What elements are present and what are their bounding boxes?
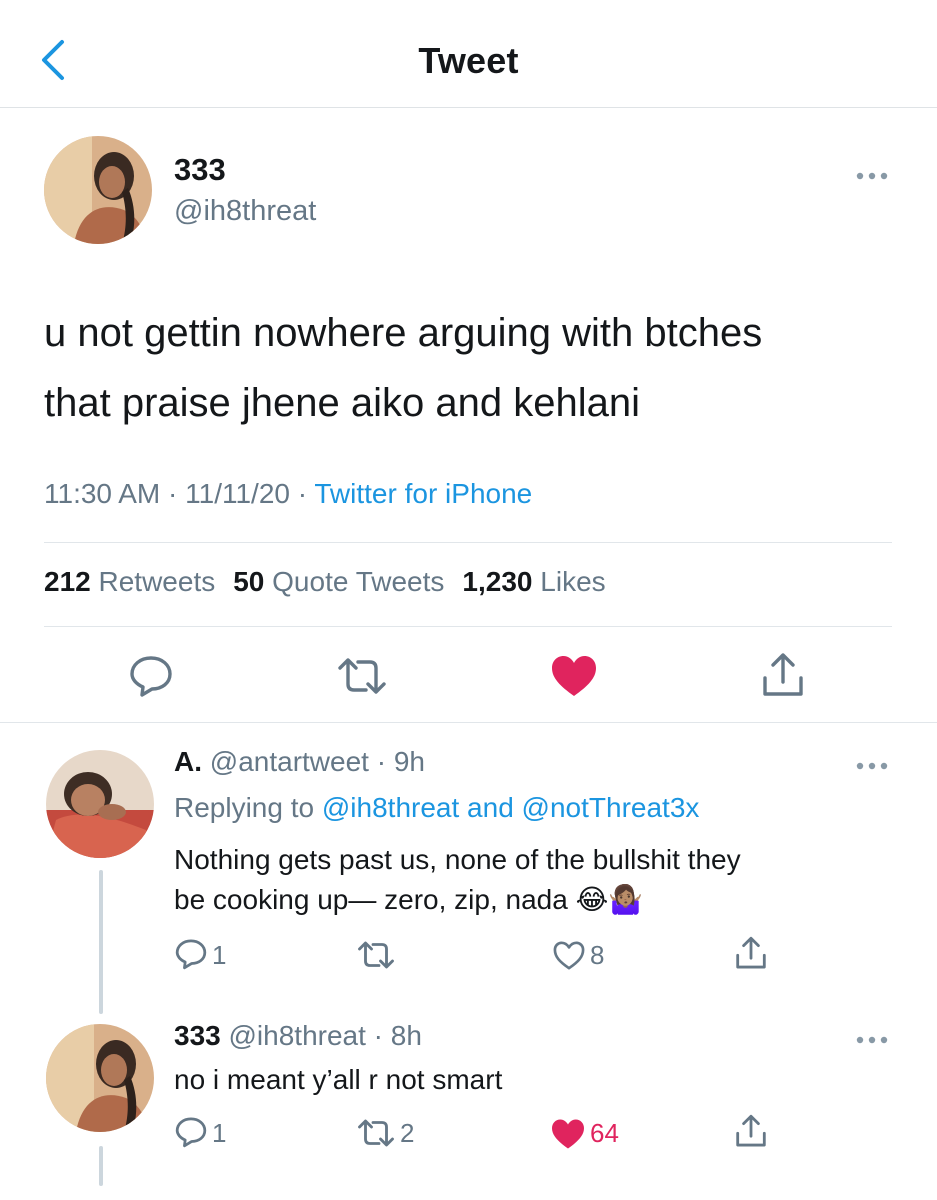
author-handle[interactable]: @ih8threat (174, 195, 316, 228)
replying-prefix: Replying to (174, 792, 315, 823)
tweet-text: u not gettin nowhere arguing with btches… (44, 298, 904, 438)
divider (44, 542, 892, 543)
thread-line (99, 870, 103, 1014)
tweet-meta: 11:30 AM · 11/11/20 · Twitter for iPhone (44, 478, 532, 510)
retweet-button[interactable] (336, 656, 388, 701)
quote-tweets-label: Quote Tweets (272, 566, 445, 597)
reply-author-handle[interactable]: @ih8threat (229, 1020, 366, 1051)
share-icon (763, 653, 803, 696)
reply-text-line: no i meant y’all r not smart (174, 1064, 503, 1095)
reply-author-handle[interactable]: @antartweet (210, 746, 369, 777)
emoji: 😂🤷🏽‍♀️ (575, 884, 644, 915)
more-icon[interactable] (852, 756, 892, 776)
like-count: 8 (590, 940, 605, 970)
heart-icon (552, 656, 596, 696)
reply-button[interactable] (128, 654, 174, 703)
replying-to-user-link[interactable]: @notThreat3x (522, 792, 700, 823)
share-button[interactable] (734, 1114, 768, 1153)
retweet-button[interactable] (356, 940, 396, 975)
thread-line (99, 1146, 103, 1186)
retweet-count: 2 (400, 1118, 415, 1148)
share-button[interactable] (734, 936, 768, 975)
meta-separator: · (297, 478, 315, 509)
reply-count: 1 (212, 940, 227, 970)
top-bar: Tweet (0, 0, 937, 108)
reply-text-line: be cooking up— zero, zip, nada 😂🤷🏽‍♀️ (174, 880, 643, 920)
retweets-label: Retweets (98, 566, 216, 597)
author-name[interactable]: 333 (174, 152, 226, 188)
reply-avatar[interactable] (46, 1024, 154, 1132)
tweet-date: 11/11/20 (185, 478, 290, 509)
reply-age: 8h (390, 1020, 422, 1051)
tweet-stats: 212 Retweets 50 Quote Tweets 1,230 Likes (44, 566, 606, 598)
retweet-icon (338, 658, 386, 694)
reply-button[interactable] (174, 1116, 208, 1153)
retweet-button[interactable] (356, 1118, 396, 1153)
share-button[interactable] (760, 652, 806, 703)
retweet-icon (358, 941, 394, 969)
heart-icon (552, 1119, 584, 1149)
meta-separator: · (365, 1020, 391, 1051)
reply-count: 1 (212, 1118, 227, 1148)
likes-label: Likes (540, 566, 606, 597)
replying-to-user-link[interactable]: @ih8threat (322, 792, 459, 823)
replying-and[interactable]: and (467, 792, 514, 823)
divider (0, 722, 937, 723)
reply-header: 333 @ih8threat · 8h (174, 1020, 422, 1052)
tweet-source-link[interactable]: Twitter for iPhone (314, 478, 532, 509)
likes-stat[interactable]: 1,230 Likes (462, 566, 605, 597)
meta-separator: · (368, 746, 394, 777)
quote-tweets-stat[interactable]: 50 Quote Tweets (233, 566, 444, 597)
reply-icon (175, 1117, 207, 1148)
reply-author-name[interactable]: 333 (174, 1020, 221, 1051)
more-icon[interactable] (852, 166, 892, 186)
reply-text-line: Nothing gets past us, none of the bullsh… (174, 844, 741, 875)
quote-tweets-count: 50 (233, 566, 265, 597)
divider (44, 626, 892, 627)
more-icon[interactable] (852, 1030, 892, 1050)
likes-count: 1,230 (462, 566, 533, 597)
reply-icon (175, 939, 207, 970)
meta-separator: · (168, 478, 186, 509)
tweet-text-line: u not gettin nowhere arguing with btches (44, 311, 763, 355)
author-avatar[interactable] (44, 136, 152, 244)
page-title: Tweet (418, 40, 519, 81)
like-button[interactable] (552, 940, 586, 976)
share-icon (736, 936, 766, 969)
like-button[interactable] (550, 654, 598, 703)
reply-avatar[interactable] (46, 750, 154, 858)
retweet-icon (358, 1119, 394, 1147)
retweets-stat[interactable]: 212 Retweets (44, 566, 215, 597)
reply-header: A. @antartweet · 9h (174, 746, 425, 778)
reply-icon (130, 656, 172, 697)
reply-text: be cooking up— zero, zip, nada (174, 884, 568, 915)
reply-button[interactable] (174, 938, 208, 975)
share-icon (736, 1114, 766, 1147)
like-button[interactable] (550, 1118, 586, 1155)
like-count: 64 (590, 1118, 619, 1148)
tweet-text-line: that praise jhene aiko and kehlani (44, 381, 640, 425)
heart-outline-icon (553, 941, 585, 970)
reply-author-name[interactable]: A. (174, 746, 202, 777)
retweets-count: 212 (44, 566, 91, 597)
tweet-time: 11:30 AM (44, 478, 161, 509)
replying-to: Replying to @ih8threat and @notThreat3x (174, 788, 699, 828)
reply-age: 9h (393, 746, 425, 777)
